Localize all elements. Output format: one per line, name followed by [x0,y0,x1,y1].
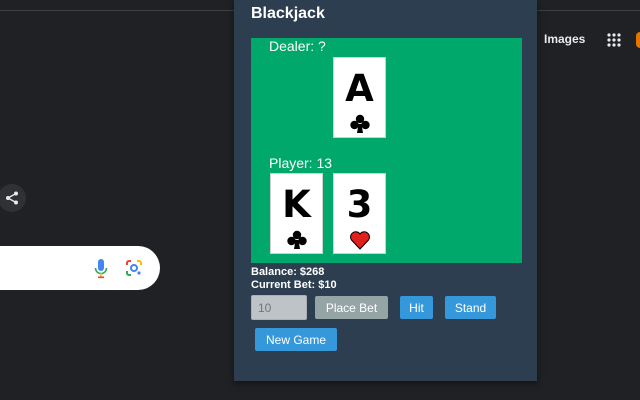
balance-text: Balance: $268 [251,266,325,278]
dealer-label: Dealer: ? [269,38,326,54]
stand-button[interactable]: Stand [445,296,496,319]
apps-grid-icon[interactable] [606,32,622,48]
dealer-card: A [333,57,386,138]
game-table: Dealer: ? A Player: 13 K 3 [251,38,522,263]
current-bet-text: Current Bet: $10 [251,279,337,291]
google-lens-icon[interactable] [125,259,143,277]
player-card: K [270,173,323,254]
player-label: Player: 13 [269,155,333,171]
player-card: 3 [333,173,386,254]
share-button[interactable] [0,184,26,212]
microphone-icon[interactable] [94,259,108,279]
share-icon [6,191,18,205]
hit-button[interactable]: Hit [400,296,433,319]
card-rank: 3 [346,183,373,226]
account-avatar[interactable] [636,32,640,48]
card-rank: K [282,183,311,226]
popup-title: Blackjack [251,5,325,22]
place-bet-button[interactable]: Place Bet [315,296,388,319]
clubs-icon [349,114,370,133]
bet-amount-input[interactable] [251,295,307,320]
new-game-button[interactable]: New Game [255,328,337,351]
card-rank: A [345,67,374,110]
hearts-icon [349,231,370,250]
search-bar[interactable] [0,246,160,290]
blackjack-popup: Blackjack Dealer: ? A Player: 13 K 3 Bal… [234,0,537,381]
images-link[interactable]: Images [544,32,585,46]
clubs-icon [286,230,307,249]
